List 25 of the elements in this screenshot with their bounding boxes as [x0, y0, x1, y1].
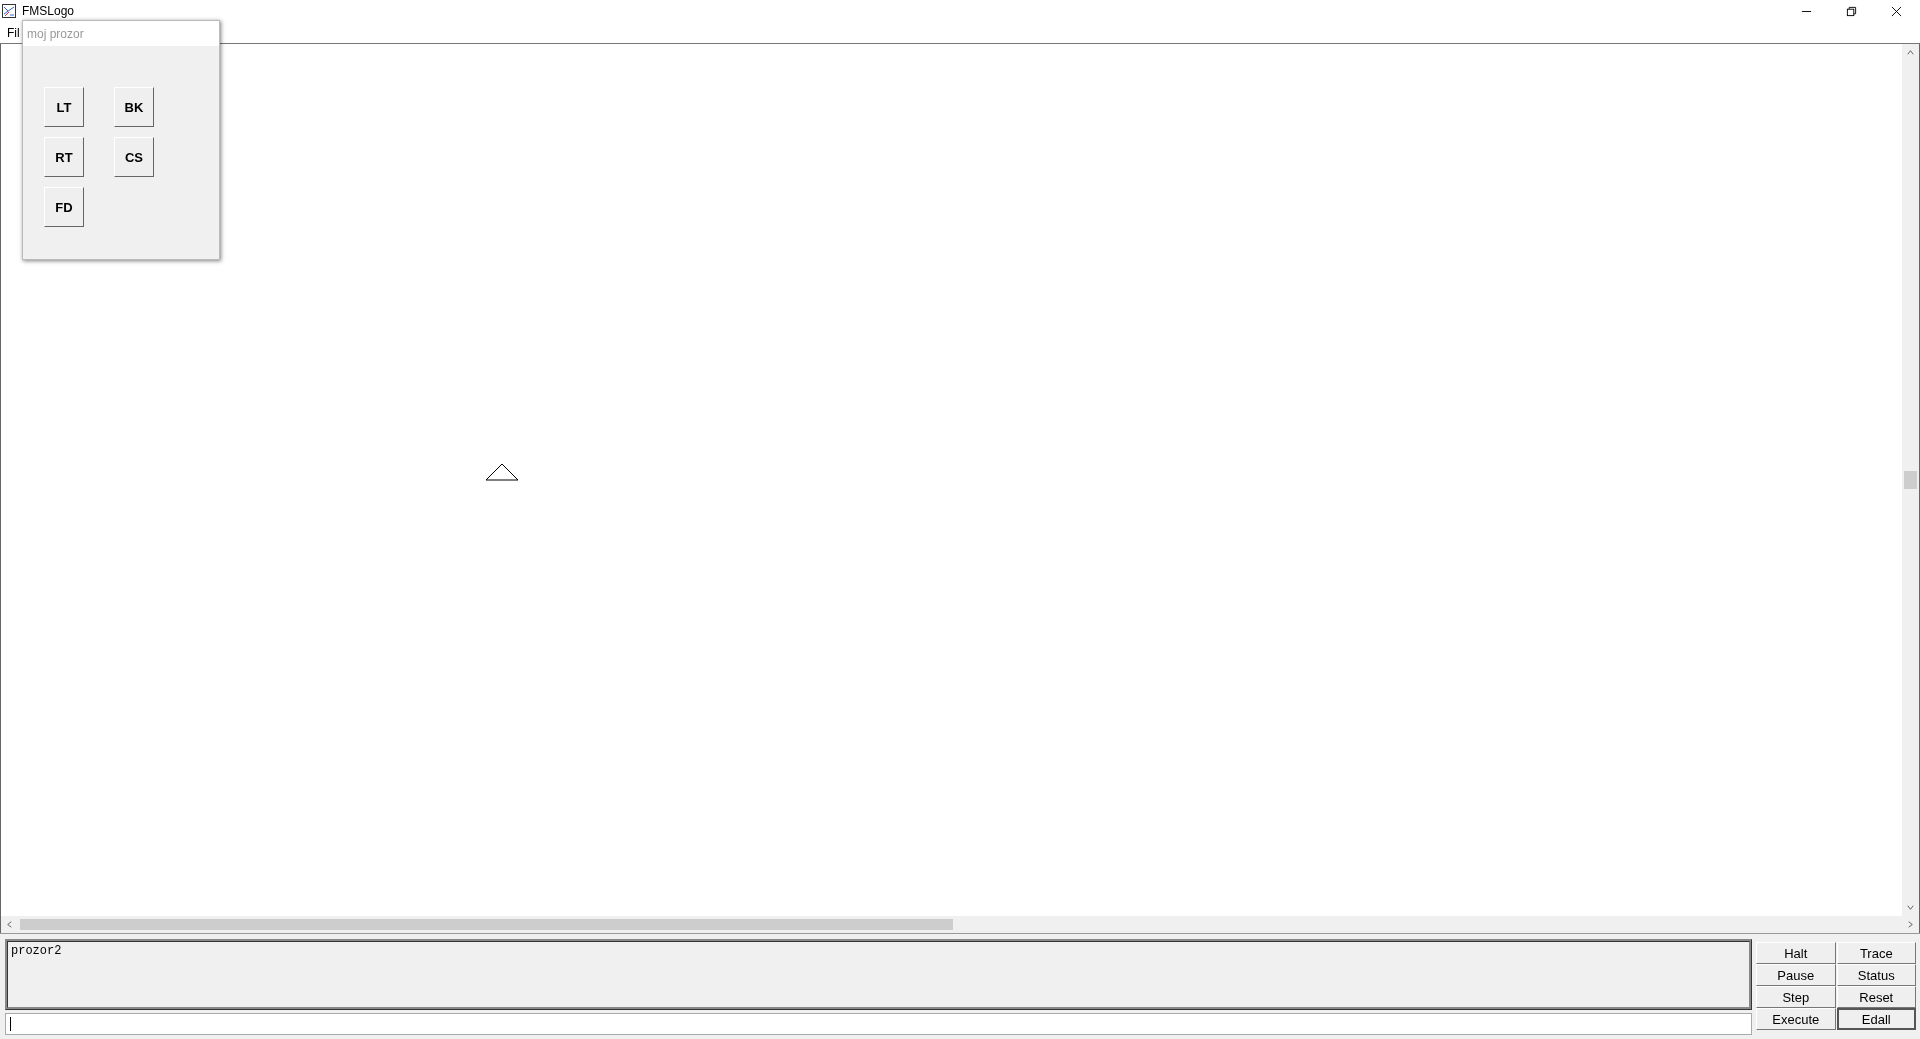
- input-field[interactable]: [5, 1013, 1752, 1035]
- command-button[interactable]: Trace: [1836, 942, 1916, 964]
- command-button[interactable]: Reset: [1836, 986, 1916, 1008]
- command-button[interactable]: Edall: [1836, 1008, 1916, 1030]
- vertical-scrollbar[interactable]: [1902, 44, 1919, 916]
- output-text: prozor2: [11, 944, 62, 958]
- scroll-thumb[interactable]: [20, 919, 953, 930]
- turtle-command-button[interactable]: BK: [114, 87, 154, 127]
- menu-item[interactable]: Fil: [0, 25, 20, 40]
- command-button[interactable]: Step: [1756, 986, 1836, 1008]
- turtle-command-button[interactable]: LT: [44, 87, 84, 127]
- turtle-icon: [485, 463, 519, 481]
- command-button[interactable]: Pause: [1756, 964, 1836, 986]
- window-title: FMSLogo: [22, 4, 75, 18]
- dialog-title: moj prozor: [27, 26, 84, 41]
- scroll-thumb[interactable]: [1904, 471, 1917, 489]
- close-icon[interactable]: [1891, 5, 1902, 17]
- turtle-command-button[interactable]: RT: [44, 137, 84, 177]
- command-button[interactable]: Execute: [1756, 1008, 1836, 1030]
- horizontal-scrollbar[interactable]: [1, 916, 1919, 933]
- command-button[interactable]: Halt: [1756, 942, 1836, 964]
- command-button[interactable]: Status: [1836, 964, 1916, 986]
- restore-icon[interactable]: [1846, 5, 1857, 17]
- turtle-command-button[interactable]: FD: [44, 187, 84, 227]
- turtle-command-button[interactable]: CS: [114, 137, 154, 177]
